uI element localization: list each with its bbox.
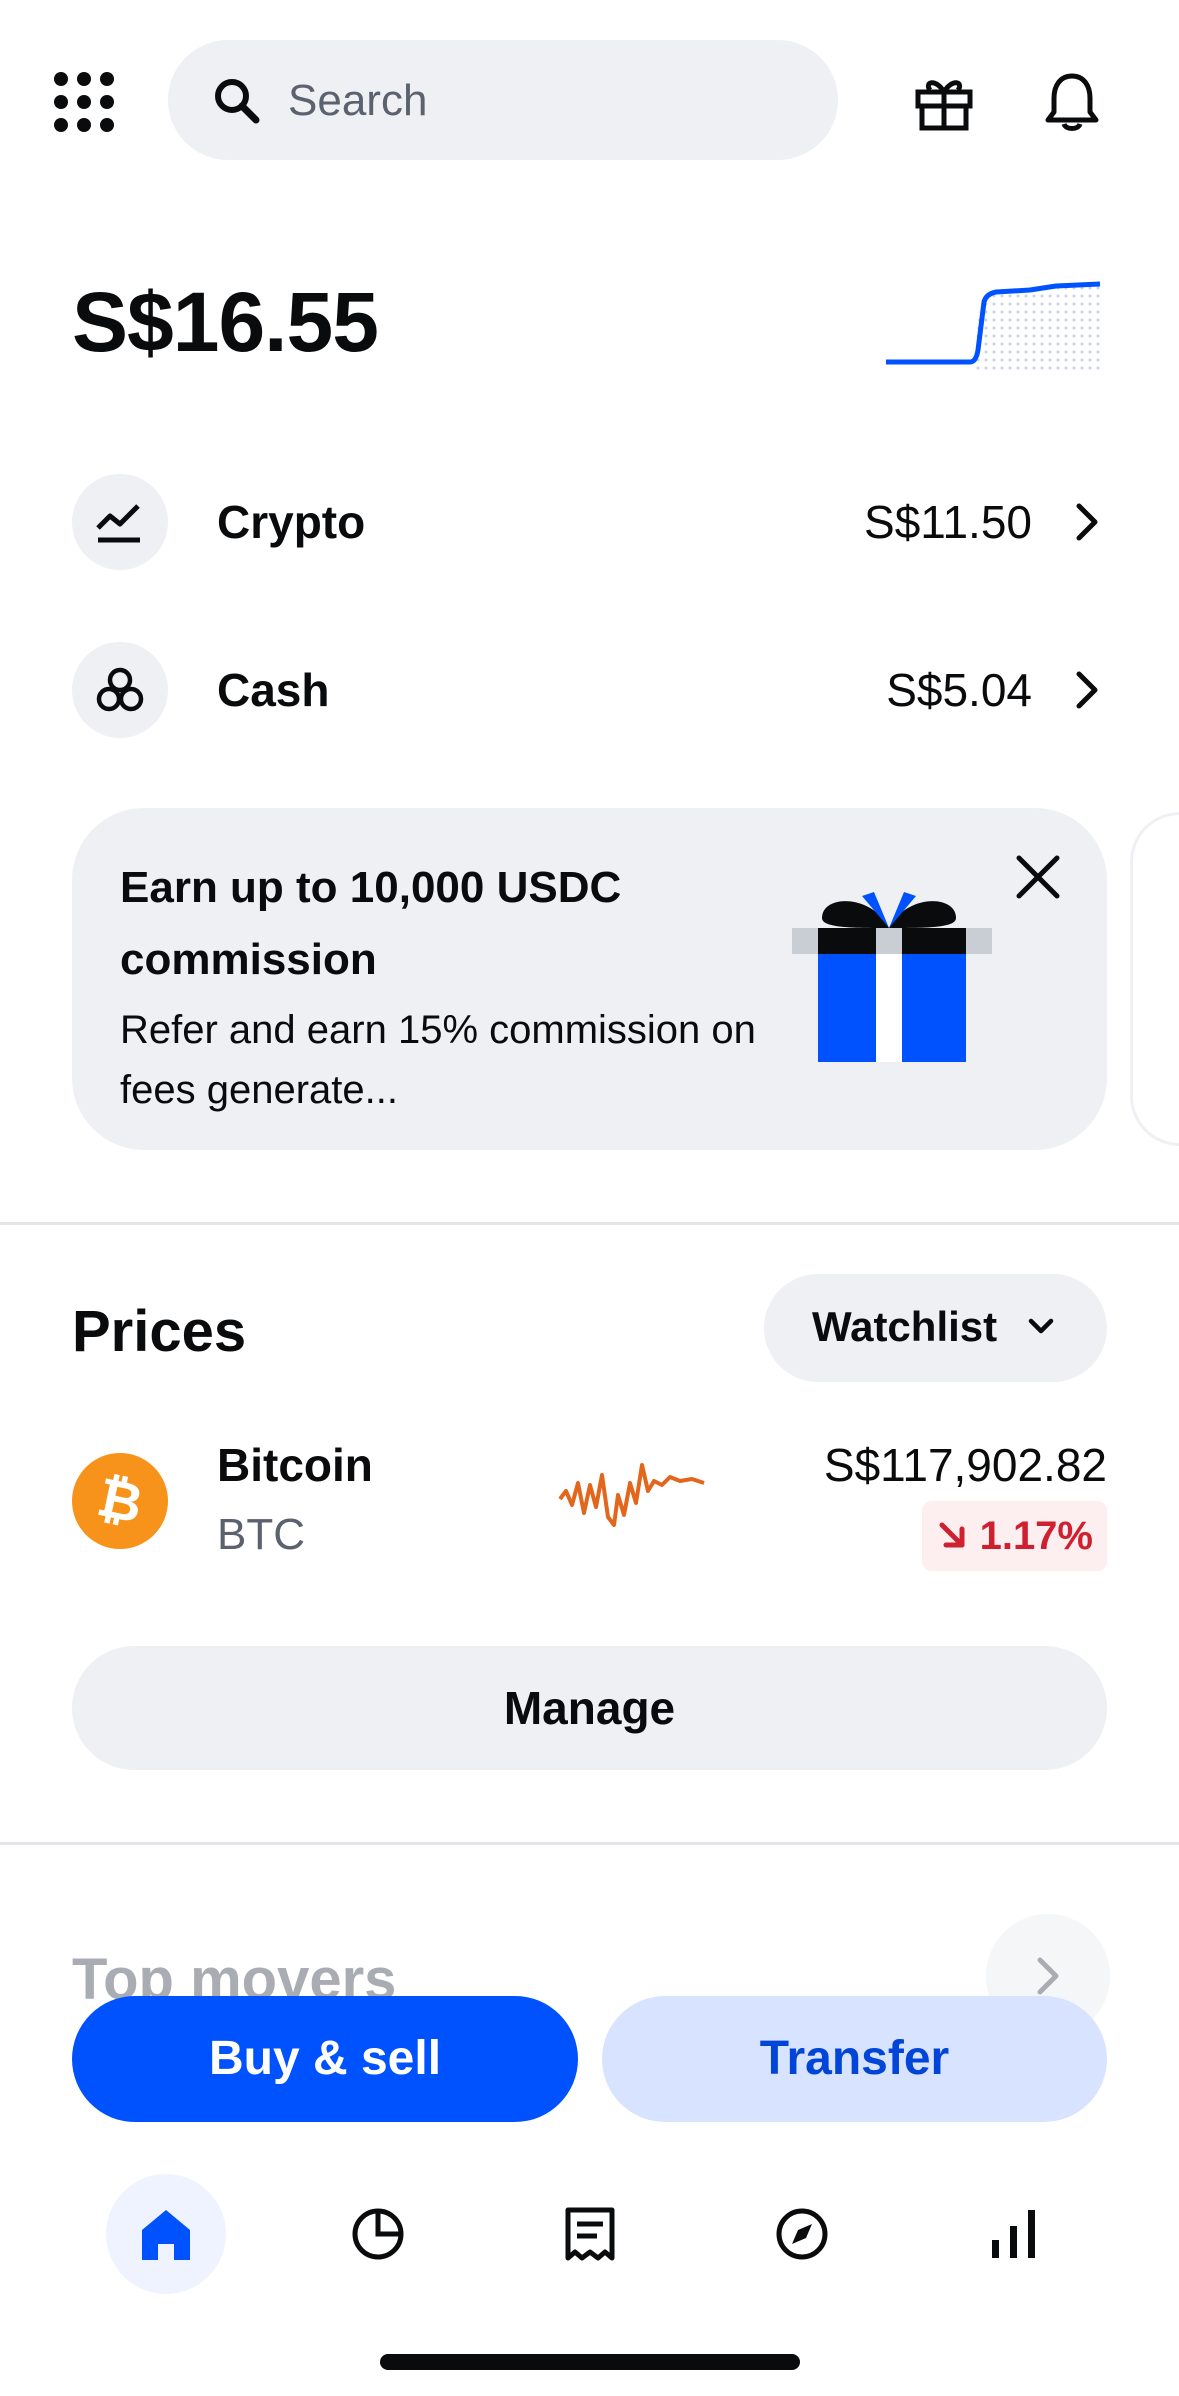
nav-portfolio[interactable] [318, 2174, 438, 2294]
nav-explore[interactable] [742, 2174, 862, 2294]
promo-description: Refer and earn 15% commission on fees ge… [120, 1008, 756, 1112]
watchlist-dropdown[interactable]: Watchlist [764, 1274, 1107, 1382]
manage-button[interactable]: Manage [72, 1646, 1107, 1770]
coin-price: S$117,902.82 [823, 1439, 1107, 1491]
section-divider [0, 1222, 1179, 1225]
total-balance: S$16.55 [72, 275, 379, 369]
gift-illustration-icon [792, 892, 992, 1062]
explore-icon [776, 2208, 828, 2260]
buy-sell-button[interactable]: Buy & sell [72, 1996, 578, 2122]
home-icon [142, 2210, 190, 2260]
cash-circle [72, 642, 168, 738]
nav-markets[interactable] [954, 2174, 1074, 2294]
bitcoin-logo-icon: ₿ [72, 1453, 168, 1549]
crypto-circle [72, 474, 168, 570]
asset-value: S$5.04 [886, 664, 1032, 716]
home-indicator [380, 2354, 800, 2370]
chevron-right-icon [1037, 1957, 1059, 1995]
chevron-down-icon [1028, 1318, 1054, 1334]
price-change-badge: 1.17% [921, 1501, 1107, 1571]
coins-icon [96, 667, 144, 712]
markets-icon [992, 2210, 1035, 2258]
promo-title: Earn up to 10,000 USDC commission [120, 863, 622, 984]
asset-name: Cash [217, 664, 330, 716]
bottom-nav [0, 2160, 1179, 2320]
referral-promo-card[interactable]: Earn up to 10,000 USDC commission Refer … [72, 808, 1107, 1150]
coin-name: Bitcoin [217, 1439, 373, 1491]
chevron-right-icon [1076, 503, 1098, 541]
search-icon [215, 79, 260, 124]
transactions-icon [565, 2207, 615, 2261]
asset-row-crypto[interactable]: Crypto S$11.50 [72, 472, 1107, 572]
section-divider [0, 1842, 1179, 1845]
top-header: Search [0, 40, 1179, 162]
chart-trend-icon [96, 504, 140, 543]
prices-heading: Prices [72, 1299, 247, 1364]
next-promo-card-peek[interactable] [1130, 812, 1179, 1146]
arrow-down-right-icon [939, 1522, 965, 1548]
portfolio-icon [352, 2208, 404, 2260]
balance-sparkline[interactable] [880, 270, 1100, 380]
nav-transactions[interactable] [530, 2174, 650, 2294]
asset-name: Crypto [217, 496, 366, 548]
watchlist-label: Watchlist [812, 1303, 998, 1350]
top-movers-heading: Top movers [72, 1948, 397, 2002]
bell-icon[interactable] [1040, 70, 1104, 134]
coin-row-bitcoin[interactable]: ₿ Bitcoin BTC S$117,902.82 1.17% [72, 1435, 1107, 1575]
coin-ticker: BTC [217, 1510, 305, 1559]
asset-value: S$11.50 [864, 496, 1032, 548]
gift-icon[interactable] [912, 70, 976, 134]
price-change-value: 1.17% [979, 1514, 1093, 1558]
apps-grid-icon[interactable] [52, 70, 116, 134]
nav-home[interactable] [106, 2174, 226, 2294]
coin-mini-sparkline [558, 1463, 705, 1527]
close-icon[interactable] [1013, 852, 1063, 902]
asset-row-cash[interactable]: Cash S$5.04 [72, 640, 1107, 740]
search-input[interactable]: Search [168, 40, 838, 160]
search-placeholder: Search [288, 76, 428, 125]
chevron-right-icon [1076, 671, 1098, 709]
transfer-button[interactable]: Transfer [602, 1996, 1107, 2122]
